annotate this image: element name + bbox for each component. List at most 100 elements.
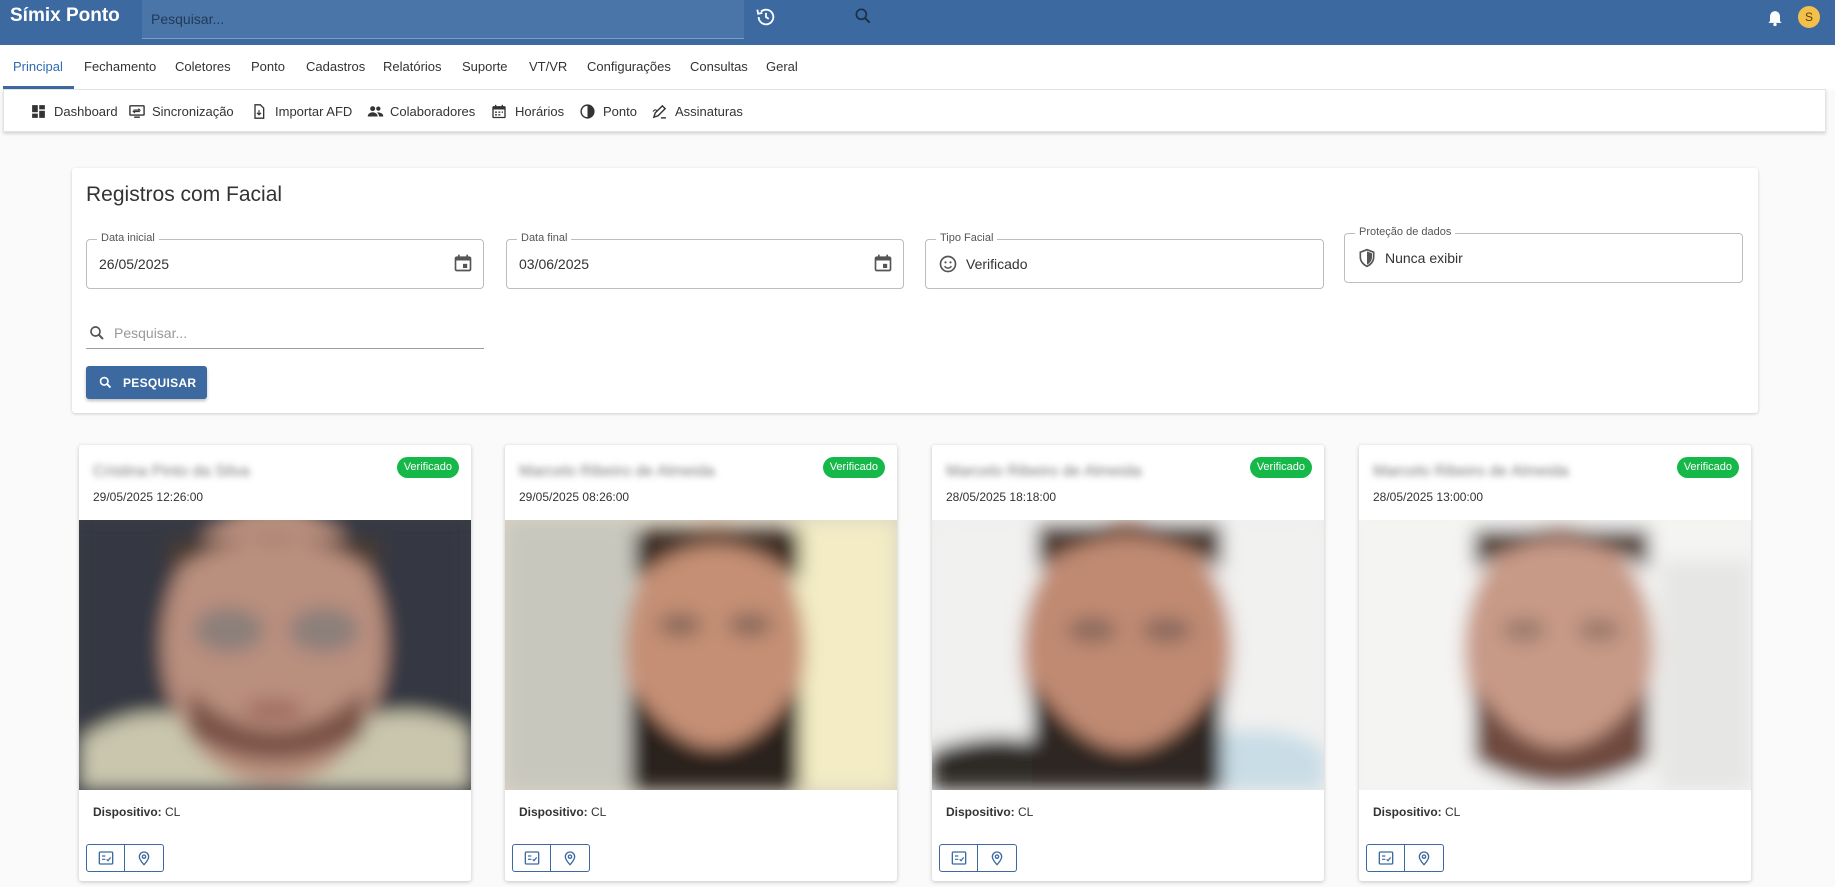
sub-toolbar: Dashboard Sincronização Importar AFD Col… (3, 89, 1826, 132)
field-label: Data final (517, 232, 572, 244)
tab-geral[interactable]: Geral (766, 59, 798, 74)
signature-icon (652, 104, 667, 119)
device-info: Dispositivo: CL (93, 805, 180, 819)
employee-name: Cristina Pinto da Silva (93, 463, 250, 480)
field-value: Nunca exibir (1385, 250, 1463, 266)
toolbar-label: Horários (515, 104, 565, 119)
tab-vt-vr[interactable]: VT/VR (529, 59, 567, 74)
field-value: 03/06/2025 (519, 256, 590, 272)
record-card: Marcelo Ribeiro de Almeida Verificado 29… (505, 445, 897, 881)
record-card: Marcelo Ribeiro de Almeida Verificado 28… (1359, 445, 1751, 881)
calendar-icon[interactable] (873, 253, 893, 278)
location-button[interactable] (1405, 844, 1444, 872)
checklist-icon (98, 851, 114, 865)
toolbar-label: Dashboard (54, 104, 118, 119)
field-label: Tipo Facial (936, 232, 998, 244)
tab-principal[interactable]: Principal (13, 59, 63, 74)
device-info: Dispositivo: CL (946, 805, 1033, 819)
tab-coletores[interactable]: Coletores (175, 59, 231, 74)
details-button[interactable] (939, 844, 978, 872)
location-pin-icon (564, 851, 576, 866)
status-badge: Verificado (1676, 457, 1739, 478)
calendar-icon[interactable] (453, 253, 473, 278)
bell-icon[interactable] (1765, 6, 1785, 33)
record-datetime: 28/05/2025 13:00:00 (1373, 490, 1484, 504)
tab-relatorios[interactable]: Relatórios (383, 59, 442, 74)
device-info: Dispositivo: CL (519, 805, 606, 819)
employee-name: Marcelo Ribeiro de Almeida (946, 463, 1142, 480)
checklist-icon (524, 851, 540, 865)
device-info: Dispositivo: CL (1373, 805, 1460, 819)
page-title: Registros com Facial (86, 183, 283, 206)
record-card: Cristina Pinto da Silva Verificado 29/05… (79, 445, 471, 881)
global-search[interactable] (142, 0, 871, 39)
field-label: Data inicial (97, 232, 159, 244)
status-badge: Verificado (822, 457, 885, 478)
search-icon (88, 324, 106, 347)
field-value: Verificado (966, 256, 1028, 272)
dashboard-icon (32, 105, 45, 118)
details-button[interactable] (512, 844, 551, 872)
field-label: Proteção de dados (1355, 226, 1456, 238)
toolbar-label: Sincronização (152, 104, 234, 119)
record-datetime: 29/05/2025 12:26:00 (93, 490, 204, 504)
location-button[interactable] (125, 844, 164, 872)
location-pin-icon (991, 851, 1003, 866)
history-icon[interactable] (755, 6, 777, 33)
search-button[interactable]: PESQUISAR (86, 366, 207, 399)
smiley-icon (938, 254, 958, 279)
face-photo (79, 520, 471, 790)
main-tabs: Principal Fechamento Coletores Ponto Cad… (0, 45, 1835, 89)
location-pin-icon (1418, 851, 1430, 866)
face-photo (932, 520, 1324, 790)
card-actions (1366, 844, 1444, 872)
card-actions (86, 844, 164, 872)
tab-suporte[interactable]: Suporte (462, 59, 508, 74)
data-protection-select[interactable]: Proteção de dados Nunca exibir (1344, 226, 1743, 283)
search-icon (99, 376, 112, 389)
device-label: Dispositivo: (519, 805, 588, 819)
tab-consultas[interactable]: Consultas (690, 59, 748, 74)
checklist-icon (951, 851, 967, 865)
toolbar-label: Assinaturas (675, 104, 743, 119)
device-label: Dispositivo: (93, 805, 162, 819)
records-search-input[interactable] (114, 323, 474, 343)
top-app-bar: Símix Ponto S (0, 0, 1835, 45)
search-button-label: PESQUISAR (123, 376, 197, 390)
search-icon[interactable] (853, 6, 873, 31)
face-type-select[interactable]: Tipo Facial Verificado (925, 232, 1324, 289)
record-card: Marcelo Ribeiro de Almeida Verificado 28… (932, 445, 1324, 881)
filter-card: Registros com Facial Data inicial 26/05/… (72, 168, 1758, 413)
clock-icon (580, 104, 595, 119)
status-badge: Verificado (396, 457, 459, 478)
device-label: Dispositivo: (946, 805, 1015, 819)
employee-name: Marcelo Ribeiro de Almeida (1373, 463, 1569, 480)
calendar-icon (492, 104, 506, 119)
tab-ponto[interactable]: Ponto (251, 59, 285, 74)
toolbar-label: Colaboradores (390, 104, 476, 119)
import-file-icon (254, 104, 265, 119)
device-value: CL (591, 805, 607, 819)
toolbar-label: Importar AFD (275, 104, 353, 119)
records-search[interactable] (86, 319, 484, 349)
field-value: 26/05/2025 (99, 256, 170, 272)
device-value: CL (165, 805, 181, 819)
end-date-field[interactable]: Data final 03/06/2025 (506, 232, 904, 289)
tab-configuracoes[interactable]: Configurações (587, 59, 671, 74)
details-button[interactable] (86, 844, 125, 872)
start-date-field[interactable]: Data inicial 26/05/2025 (86, 232, 484, 289)
avatar[interactable]: S (1798, 6, 1820, 28)
device-value: CL (1018, 805, 1034, 819)
record-datetime: 28/05/2025 18:18:00 (946, 490, 1057, 504)
sync-icon (129, 105, 145, 118)
checklist-icon (1378, 851, 1394, 865)
face-photo (505, 520, 897, 790)
card-actions (512, 844, 590, 872)
tab-fechamento[interactable]: Fechamento (84, 59, 156, 74)
tab-cadastros[interactable]: Cadastros (306, 59, 365, 74)
location-button[interactable] (551, 844, 590, 872)
details-button[interactable] (1366, 844, 1405, 872)
location-button[interactable] (978, 844, 1017, 872)
app-title[interactable]: Símix Ponto (10, 5, 120, 27)
global-search-input[interactable] (151, 8, 691, 30)
